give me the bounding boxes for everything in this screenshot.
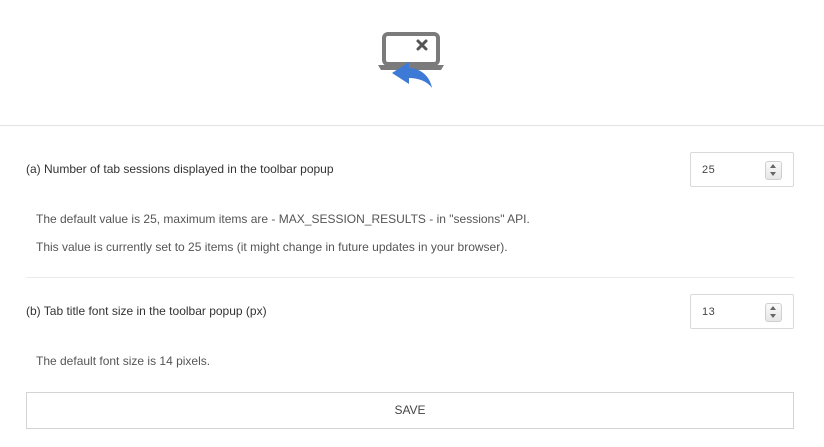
tab-sessions-undo-icon — [378, 32, 444, 88]
save-button[interactable]: SAVE — [26, 392, 794, 429]
font-size-spinner[interactable] — [765, 303, 782, 322]
header — [0, 0, 824, 126]
option-b-desc-default: The default font size is 14 pixels. — [36, 354, 211, 368]
spin-down-icon[interactable] — [766, 170, 781, 179]
spin-down-icon[interactable] — [766, 312, 781, 321]
option-a-desc-current: This value is currently set to 25 items … — [36, 240, 508, 254]
tab-sessions-count-value: 25 — [702, 164, 716, 176]
option-a-row: (a) Number of tab sessions displayed in … — [26, 152, 794, 188]
option-a-label: (a) Number of tab sessions displayed in … — [26, 162, 334, 176]
divider — [26, 277, 794, 278]
option-b-label: (b) Tab title font size in the toolbar p… — [26, 304, 267, 318]
font-size-input[interactable]: 13 — [690, 294, 794, 329]
font-size-value: 13 — [702, 306, 716, 318]
option-a-desc-default: The default value is 25, maximum items a… — [36, 212, 530, 226]
option-b-row: (b) Tab title font size in the toolbar p… — [26, 294, 794, 330]
tab-sessions-count-input[interactable]: 25 — [690, 152, 794, 187]
tab-sessions-count-spinner[interactable] — [765, 161, 782, 180]
